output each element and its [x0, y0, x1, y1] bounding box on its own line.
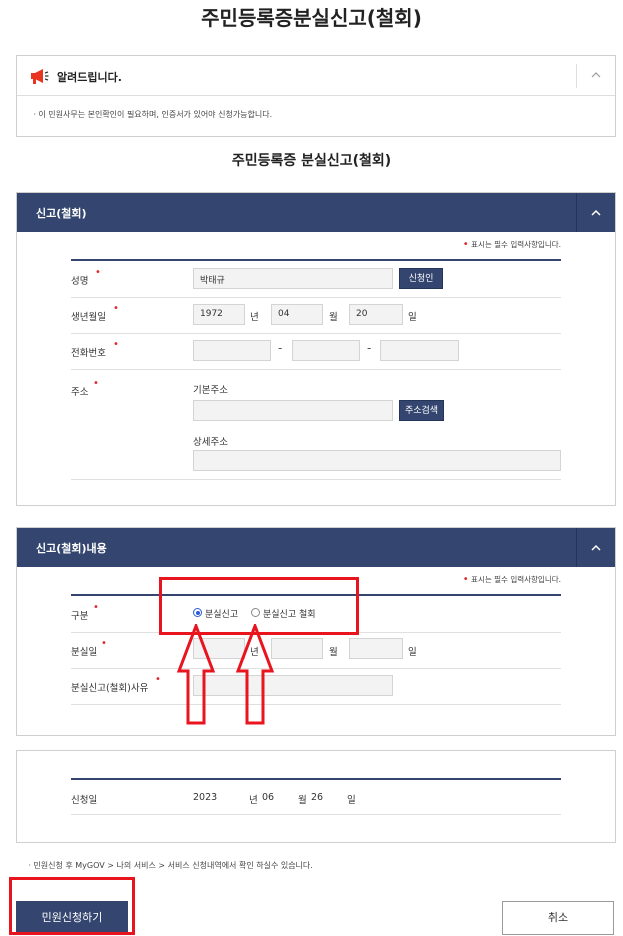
- lost-day-field[interactable]: [349, 638, 403, 659]
- row-divider: [71, 479, 561, 480]
- up-arrow-icon: [176, 624, 216, 725]
- phone-field-2[interactable]: [292, 340, 360, 361]
- type-label: 구분 •: [71, 602, 99, 622]
- row-divider: [71, 704, 561, 705]
- page-title: 주민등록증분실신고(철회): [201, 6, 422, 30]
- day-unit: 일: [408, 647, 417, 658]
- phone-separator: -: [278, 341, 283, 355]
- phone-field-1[interactable]: [193, 340, 271, 361]
- notice-title: 알려드립니다.: [57, 71, 122, 84]
- birth-day-field[interactable]: 20: [349, 304, 403, 325]
- row-divider: [71, 668, 561, 669]
- row-divider: [71, 369, 561, 370]
- cancel-button[interactable]: 취소: [502, 901, 614, 935]
- required-note: • 표시는 필수 입력사항입니다.: [462, 574, 561, 585]
- year-unit: 년: [250, 312, 259, 323]
- name-field[interactable]: 박태규: [193, 268, 393, 289]
- panel-header-label: 신고(철회): [36, 207, 87, 220]
- month-unit: 월: [298, 795, 307, 806]
- row-divider: [71, 297, 561, 298]
- annotation-box: [9, 877, 135, 935]
- apply-month: 06: [262, 792, 275, 803]
- required-note: • 표시는 필수 입력사항입니다.: [462, 239, 561, 250]
- day-unit: 일: [408, 312, 417, 323]
- phone-field-3[interactable]: [380, 340, 459, 361]
- divider: [576, 193, 577, 232]
- phone-label: 전화번호 •: [71, 339, 119, 359]
- megaphone-icon: [31, 69, 49, 84]
- chevron-up-icon[interactable]: [590, 207, 602, 219]
- month-unit: 월: [329, 647, 338, 658]
- divider: [576, 64, 577, 88]
- apply-date-label: 신청일: [71, 795, 98, 806]
- report-panel-header[interactable]: 신고(철회): [17, 193, 615, 232]
- chevron-up-icon[interactable]: [590, 542, 602, 554]
- lost-month-field[interactable]: [271, 638, 323, 659]
- year-unit: 년: [249, 795, 258, 806]
- detail-address-label: 상세주소: [193, 437, 228, 448]
- basic-address-label: 기본주소: [193, 385, 228, 396]
- month-unit: 월: [329, 312, 338, 323]
- panel-header-label: 신고(철회)내용: [36, 542, 107, 555]
- address-search-button[interactable]: 주소검색: [399, 400, 444, 421]
- report-panel: 신고(철회) • 표시는 필수 입력사항입니다. 성명 • 박태규 신청인 생년월…: [16, 192, 616, 506]
- divider: [576, 528, 577, 567]
- report-content-panel-header[interactable]: 신고(철회)내용: [17, 528, 615, 567]
- footer-note: ㆍ민원신청 후 MyGOV > 나의 서비스 > 서비스 신청내역에서 확인 하…: [26, 861, 313, 870]
- up-arrow-icon: [235, 624, 275, 725]
- detail-address-field[interactable]: [193, 450, 561, 471]
- address-label: 주소 •: [71, 378, 99, 398]
- notice-text: ㆍ이 민원사무는 본인확인이 필요하며, 인증서가 있어야 신청가능합니다.: [31, 110, 273, 119]
- row-divider: [71, 814, 561, 815]
- reason-label: 분실신고(철회)사유 •: [71, 674, 161, 694]
- notice-box: 알려드립니다. ㆍ이 민원사무는 본인확인이 필요하며, 인증서가 있어야 신청…: [16, 55, 616, 137]
- birth-label: 생년월일 •: [71, 303, 119, 323]
- lost-date-label: 분실일 •: [71, 638, 107, 658]
- name-label: 성명 •: [71, 267, 101, 287]
- birth-month-field[interactable]: 04: [271, 304, 323, 325]
- form-title: 주민등록증 분실신고(철회): [231, 153, 392, 169]
- phone-separator: -: [367, 341, 372, 355]
- apply-year: 2023: [193, 792, 218, 803]
- notice-header[interactable]: 알려드립니다.: [17, 56, 615, 96]
- apply-day: 26: [311, 792, 324, 803]
- table-top-line: [71, 259, 561, 261]
- birth-year-field[interactable]: 1972: [193, 304, 245, 325]
- row-divider: [71, 333, 561, 334]
- chevron-up-icon[interactable]: [590, 69, 602, 81]
- basic-address-field[interactable]: [193, 400, 393, 421]
- day-unit: 일: [347, 795, 356, 806]
- applicant-button[interactable]: 신청인: [399, 268, 443, 289]
- table-top-line: [71, 778, 561, 780]
- reason-field[interactable]: [193, 675, 393, 696]
- apply-date-panel: 신청일 2023 년 06 월 26 일: [16, 750, 616, 843]
